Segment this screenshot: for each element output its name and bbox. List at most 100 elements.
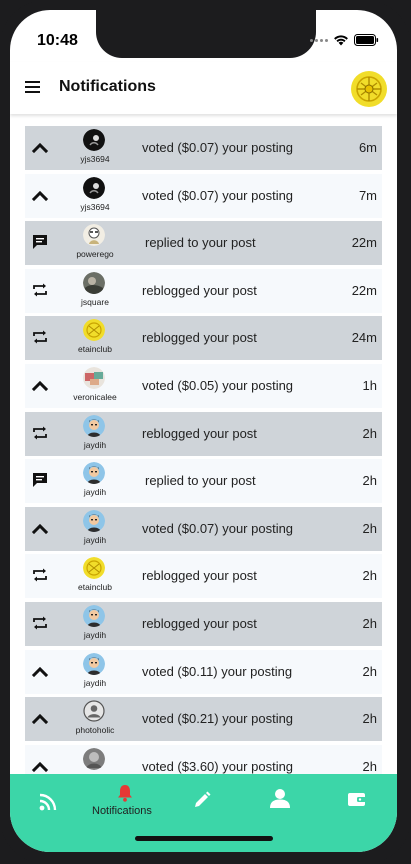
username[interactable]: jaydih <box>65 678 125 688</box>
reblog-icon <box>31 566 49 584</box>
user-avatar[interactable] <box>83 319 105 342</box>
notification-text: reblogged your post <box>142 615 257 631</box>
user-avatar[interactable] <box>83 176 105 199</box>
notification-row[interactable]: yjs3694 voted ($0.07) your posting 6m <box>25 126 382 170</box>
notification-time: 2h <box>362 520 377 536</box>
username[interactable]: powerego <box>65 249 125 259</box>
pencil-icon <box>195 791 211 807</box>
user-avatar[interactable] <box>83 700 105 722</box>
username[interactable]: yjs3694 <box>65 154 125 164</box>
user-avatar[interactable] <box>83 652 105 675</box>
notification-text: reblogged your post <box>142 568 257 584</box>
notification-row[interactable]: jsquare reblogged your post 22m <box>25 268 382 313</box>
profile-avatar[interactable] <box>351 71 387 107</box>
status-time: 10:48 <box>37 32 78 49</box>
notification-time: 2h <box>362 663 377 679</box>
notification-row[interactable]: jaydih reblogged your post 2h <box>25 601 382 646</box>
notification-row[interactable]: powerego replied to your post 22m <box>25 221 382 266</box>
username[interactable]: etainclub <box>65 344 125 354</box>
reblog-icon <box>31 281 49 299</box>
notification-time: 22m <box>351 282 377 298</box>
notification-text: voted ($0.07) your posting <box>142 187 294 203</box>
notification-row[interactable]: etainclub reblogged your post 2h <box>25 554 382 599</box>
username[interactable]: photoholic <box>65 725 125 735</box>
notification-row[interactable]: jaydih voted ($0.07) your posting 2h <box>25 506 382 551</box>
device-frame: 10:48 Notifications yjs3694 voted ($0.07… <box>0 0 411 864</box>
username[interactable]: etainclub <box>65 582 125 592</box>
wallet-icon <box>348 793 366 806</box>
notification-time: 2h <box>362 615 377 631</box>
user-avatar[interactable] <box>83 271 105 294</box>
upvote-icon <box>31 662 49 680</box>
bell-icon <box>118 785 132 802</box>
notification-row[interactable]: etainclub reblogged your post 24m <box>25 316 382 361</box>
reblog-icon <box>31 614 49 632</box>
notification-text: voted ($0.11) your posting <box>142 663 293 679</box>
upvote-icon <box>31 138 49 156</box>
notification-row[interactable]: jaydih voted ($0.11) your posting 2h <box>25 649 382 694</box>
notification-time: 2h <box>362 425 377 441</box>
notification-time: 6m <box>358 140 377 155</box>
notification-text: voted ($0.07) your posting <box>142 520 294 536</box>
wifi-icon <box>333 34 349 46</box>
username[interactable]: jaydih <box>65 487 125 497</box>
user-avatar[interactable] <box>83 747 105 770</box>
notification-row[interactable]: veronicalee voted ($0.05) your posting 1h <box>25 363 382 408</box>
notification-time: 1h <box>362 377 377 393</box>
upvote-icon <box>31 519 49 537</box>
notification-time: 2h <box>362 711 377 727</box>
upvote-icon <box>31 709 49 727</box>
notification-row[interactable]: yjs3694 voted ($0.07) your posting 7m <box>25 173 382 218</box>
user-avatar[interactable] <box>83 557 105 580</box>
username[interactable]: yjs3694 <box>65 202 125 212</box>
person-icon <box>270 789 290 808</box>
upvote-icon <box>31 376 49 394</box>
username[interactable]: jsquare <box>65 297 125 307</box>
tab-notifications-label: Notifications <box>92 805 152 817</box>
username[interactable]: jaydih <box>65 535 125 545</box>
user-avatar[interactable] <box>83 414 105 437</box>
username[interactable]: jaydih <box>65 440 125 450</box>
battery-icon <box>354 34 379 46</box>
upvote-icon <box>31 186 49 204</box>
notification-text: replied to your post <box>145 235 256 251</box>
notification-text: voted ($0.21) your posting <box>142 711 294 727</box>
user-avatar[interactable] <box>83 509 105 532</box>
screen: 10:48 Notifications yjs3694 voted ($0.07… <box>10 10 397 852</box>
reply-icon <box>31 233 49 251</box>
notification-time: 2h <box>362 473 377 489</box>
notification-row[interactable]: jaydih reblogged your post 2h <box>25 411 382 456</box>
reblog-icon <box>31 328 49 346</box>
notification-text: reblogged your post <box>142 425 257 441</box>
user-avatar[interactable] <box>83 224 105 247</box>
notification-text: voted ($0.07) your posting <box>142 140 294 155</box>
user-avatar[interactable] <box>83 366 105 389</box>
notification-text: replied to your post <box>145 473 256 489</box>
upvote-icon <box>31 757 49 775</box>
notch <box>96 10 316 58</box>
status-icons <box>310 34 379 46</box>
user-avatar[interactable] <box>83 604 105 627</box>
page-title: Notifications <box>59 78 156 95</box>
notification-text: voted ($3.60) your posting <box>142 758 294 774</box>
notification-list: yjs3694 voted ($0.07) your posting 6m yjs36… <box>25 126 382 792</box>
notification-time: 2h <box>362 758 377 774</box>
user-avatar[interactable] <box>83 462 105 485</box>
signal-icon <box>310 38 328 42</box>
app-header: Notifications <box>10 62 397 114</box>
notification-row[interactable]: jaydih replied to your post 2h <box>25 459 382 504</box>
reblog-icon <box>31 424 49 442</box>
username[interactable]: veronicalee <box>65 392 125 402</box>
user-avatar[interactable] <box>83 129 105 151</box>
notification-row[interactable]: photoholic voted ($0.21) your posting 2h <box>25 697 382 742</box>
notification-text: reblogged your post <box>142 282 257 298</box>
notification-time: 22m <box>351 235 377 251</box>
hamburger-menu-icon[interactable] <box>25 81 40 93</box>
notification-time: 2h <box>362 568 377 584</box>
tab-wallet[interactable] <box>320 774 390 852</box>
notification-text: voted ($0.05) your posting <box>142 377 294 393</box>
home-indicator <box>135 836 273 841</box>
username[interactable]: jaydih <box>65 630 125 640</box>
reply-icon <box>31 471 49 489</box>
notification-time: 24m <box>351 330 377 346</box>
